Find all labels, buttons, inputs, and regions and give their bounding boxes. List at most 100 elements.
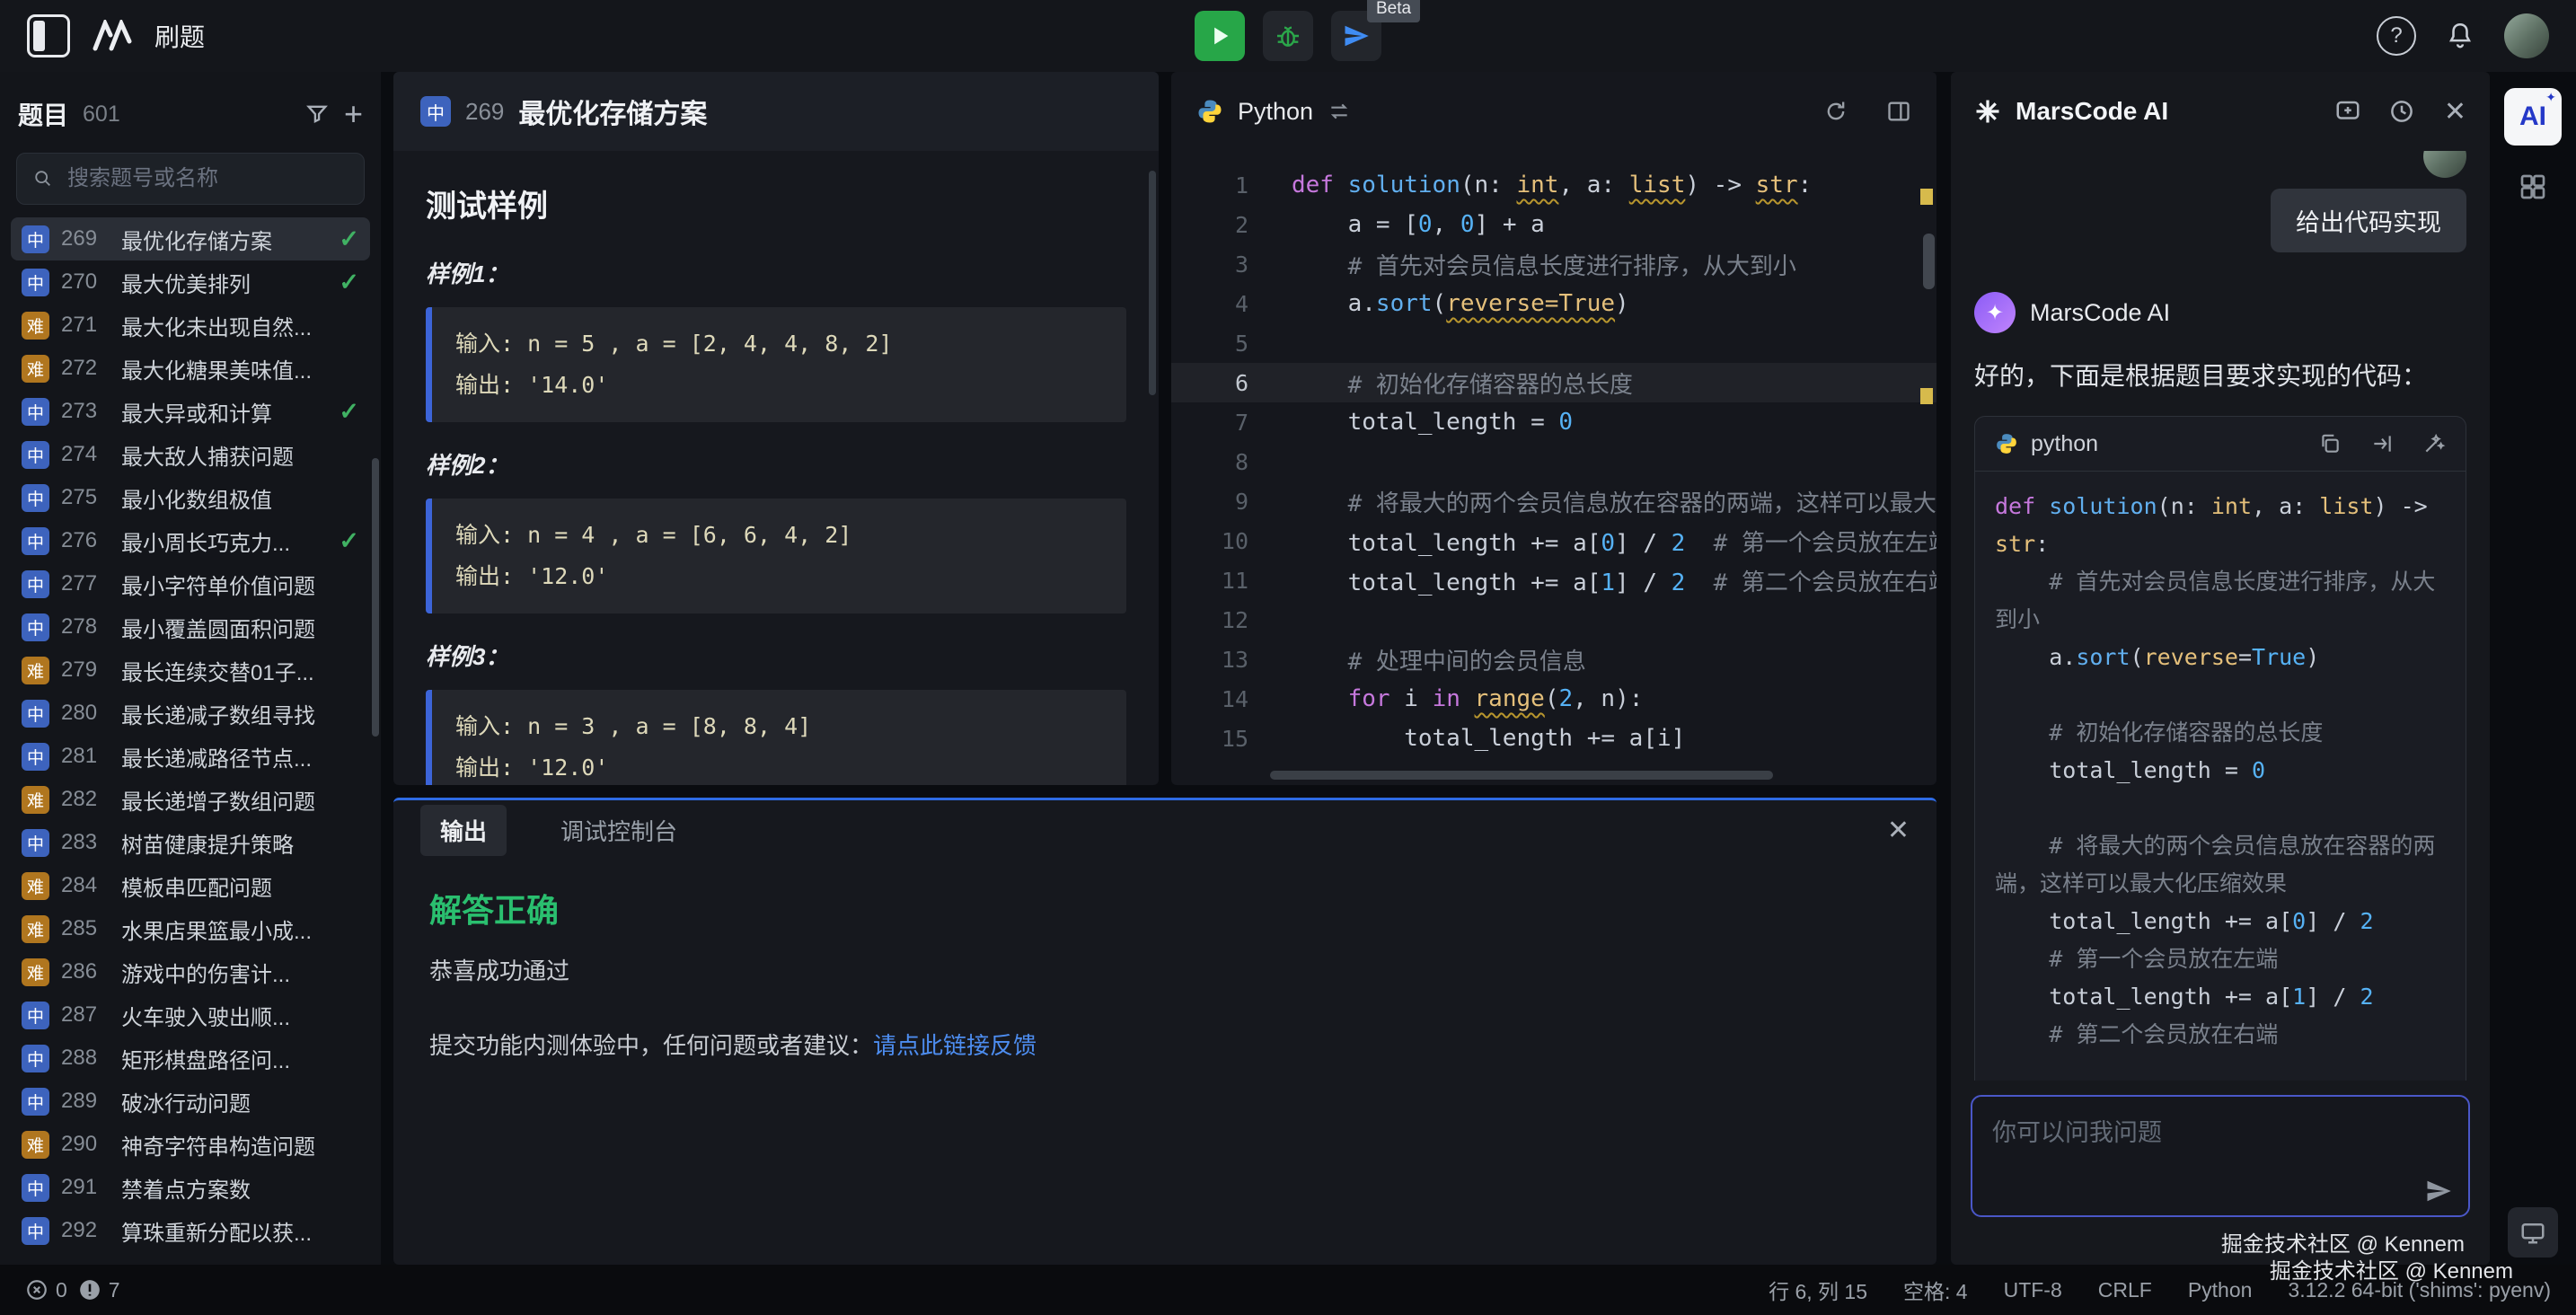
feedback-link[interactable]: 请点此链接反馈 bbox=[873, 1032, 1037, 1059]
code-line[interactable]: 14 for i in range(2, n): bbox=[1171, 679, 1936, 719]
problem-search[interactable] bbox=[16, 153, 365, 205]
marscode-ai-button[interactable]: AI bbox=[2504, 88, 2562, 146]
problem-title: 模板串匹配问题 bbox=[121, 870, 359, 902]
warning-count: 7 bbox=[109, 1278, 120, 1302]
status-item[interactable]: 行 6, 列 15 bbox=[1769, 1275, 1867, 1305]
extensions-icon[interactable] bbox=[2519, 172, 2547, 201]
solved-check-icon: ✓ bbox=[339, 398, 359, 426]
problem-title: 最优化存储方案 bbox=[518, 92, 707, 131]
problem-list-item[interactable]: 中275最小化数组极值 bbox=[11, 476, 370, 519]
code-line[interactable]: 3 # 首先对会员信息长度进行排序，从大到小 bbox=[1171, 244, 1936, 284]
example-label: 样例3： bbox=[426, 639, 1126, 672]
status-item[interactable]: CRLF bbox=[2098, 1278, 2152, 1302]
send-button[interactable] bbox=[2425, 1178, 2452, 1205]
editor-code[interactable]: 1def solution(n: int, a: list) -> str:2 … bbox=[1171, 151, 1936, 785]
problem-list-item[interactable]: 中281最长递减路径节点... bbox=[11, 735, 370, 778]
problem-list-item[interactable]: 难290神奇字符串构造问题 bbox=[11, 1123, 370, 1166]
app-logo[interactable] bbox=[92, 20, 133, 52]
split-layout-icon bbox=[1886, 99, 1911, 124]
ai-panel: MarsCode AI ✕ 给出代码实现 ✦ MarsCode AI bbox=[1951, 72, 2490, 1265]
ai-input-box[interactable] bbox=[1971, 1095, 2470, 1217]
problem-id: 282 bbox=[61, 787, 110, 812]
problem-list-item[interactable]: 难279最长连续交替01子... bbox=[11, 649, 370, 692]
new-chat-button[interactable] bbox=[2334, 98, 2361, 125]
problem-list-item[interactable]: 中270最大优美排列✓ bbox=[11, 260, 370, 304]
code-line[interactable]: 10 total_length += a[0] / 2 # 第一个会员放在左端 bbox=[1171, 521, 1936, 560]
code-line[interactable]: 5 bbox=[1171, 323, 1936, 363]
sidebar-scrollbar[interactable] bbox=[372, 458, 379, 737]
user-message-bubble[interactable]: 给出代码实现 bbox=[2271, 189, 2466, 252]
help-icon[interactable]: ? bbox=[2377, 16, 2416, 56]
status-item[interactable]: 空格: 4 bbox=[1903, 1275, 1968, 1305]
problem-list-item[interactable]: 中280最长递减子数组寻找 bbox=[11, 692, 370, 735]
history-button[interactable] bbox=[2388, 98, 2415, 125]
problem-list-item[interactable]: 中283树苗健康提升策略 bbox=[11, 821, 370, 864]
problems-errors[interactable]: 0 bbox=[25, 1278, 67, 1302]
difficulty-badge: 中 bbox=[22, 743, 49, 771]
problem-list-item[interactable]: 难284模板串匹配问题 bbox=[11, 864, 370, 907]
code-line[interactable]: 12 bbox=[1171, 600, 1936, 640]
problem-scrollbar[interactable] bbox=[1149, 171, 1156, 395]
problem-list-item[interactable]: 难271最大化未出现自然... bbox=[11, 304, 370, 347]
problem-list-item[interactable]: 中288矩形棋盘路径问... bbox=[11, 1037, 370, 1080]
output-close-icon[interactable]: ✕ bbox=[1887, 815, 1910, 846]
copy-code-button[interactable] bbox=[2318, 432, 2342, 455]
output-tab[interactable]: 输出 bbox=[420, 805, 507, 856]
code-line[interactable]: 8 bbox=[1171, 442, 1936, 481]
code-line[interactable]: 2 a = [0, 0] + a bbox=[1171, 205, 1936, 244]
problem-list-item[interactable]: 难272最大化糖果美味值... bbox=[11, 347, 370, 390]
editor-vscrollbar[interactable] bbox=[1923, 234, 1935, 289]
status-item[interactable]: Python bbox=[2188, 1278, 2253, 1302]
assistant-message: 好的，下面是根据题目要求实现的代码： bbox=[1974, 357, 2466, 393]
problem-title: 禁着点方案数 bbox=[121, 1172, 359, 1204]
problem-list-item[interactable]: 中273最大异或和计算✓ bbox=[11, 390, 370, 433]
apply-code-button[interactable] bbox=[2422, 432, 2446, 455]
sidebar-toggle-icon[interactable] bbox=[27, 14, 70, 57]
problem-list-item[interactable]: 中278最小覆盖圆面积问题 bbox=[11, 605, 370, 649]
code-line[interactable]: 13 # 处理中间的会员信息 bbox=[1171, 640, 1936, 679]
problem-list-item[interactable]: 中276最小周长巧克力...✓ bbox=[11, 519, 370, 562]
code-line[interactable]: 7 total_length = 0 bbox=[1171, 402, 1936, 442]
ai-code-line: a.sort(reverse=True) bbox=[1995, 639, 2446, 676]
problem-list-item[interactable]: 中289破冰行动问题 bbox=[11, 1080, 370, 1123]
code-line[interactable]: 11 total_length += a[1] / 2 # 第二个会员放在右端 bbox=[1171, 560, 1936, 600]
ai-close-icon[interactable]: ✕ bbox=[2444, 96, 2466, 128]
problem-list-item[interactable]: 难285水果店果篮最小成... bbox=[11, 907, 370, 950]
problem-list-item[interactable]: 中274最大敌人捕获问题 bbox=[11, 433, 370, 476]
problem-list-item[interactable]: 中287火车驶入驶出顺... bbox=[11, 993, 370, 1037]
problem-list-item[interactable]: 中291禁着点方案数 bbox=[11, 1166, 370, 1209]
code-line[interactable]: 9 # 将最大的两个会员信息放在容器的两端，这样可以最大化压缩效果 bbox=[1171, 481, 1936, 521]
ai-code-line bbox=[1995, 676, 2446, 714]
problem-list-item[interactable]: 难282最长递增子数组问题 bbox=[11, 778, 370, 821]
run-button[interactable] bbox=[1195, 11, 1245, 61]
avatar[interactable] bbox=[2504, 13, 2549, 58]
play-icon bbox=[1207, 23, 1232, 49]
code-line[interactable]: 1def solution(n: int, a: list) -> str: bbox=[1171, 165, 1936, 205]
layout-button[interactable] bbox=[1886, 99, 1911, 124]
problem-list-item[interactable]: 难286游戏中的伤害计... bbox=[11, 950, 370, 993]
search-input[interactable] bbox=[66, 165, 348, 192]
problem-list-item[interactable]: 中292算珠重新分配以获... bbox=[11, 1209, 370, 1252]
problems-warnings[interactable]: 7 bbox=[78, 1278, 120, 1302]
ai-code-header: python bbox=[1975, 417, 2466, 472]
terminal-panel-button[interactable] bbox=[2508, 1207, 2558, 1258]
insert-code-button[interactable] bbox=[2370, 432, 2394, 455]
add-problem-button[interactable]: + bbox=[344, 98, 363, 130]
problem-list-item[interactable]: 中269最优化存储方案✓ bbox=[11, 217, 370, 260]
ai-input[interactable] bbox=[1972, 1097, 2468, 1205]
problem-list-item[interactable]: 中277最小字符单价值问题 bbox=[11, 562, 370, 605]
example-input: 输入: n = 4 , a = [6, 6, 4, 2] bbox=[455, 515, 1103, 556]
editor-tab-python[interactable]: Python bbox=[1238, 98, 1313, 126]
debug-button[interactable] bbox=[1263, 11, 1313, 61]
code-line[interactable]: 4 a.sort(reverse=True) bbox=[1171, 284, 1936, 323]
switch-language-button[interactable] bbox=[1328, 100, 1351, 123]
filter-button[interactable] bbox=[304, 101, 330, 127]
notifications-icon[interactable] bbox=[2445, 21, 2475, 51]
reset-code-button[interactable] bbox=[1823, 99, 1848, 124]
output-tab[interactable]: 调试控制台 bbox=[541, 805, 697, 856]
status-item[interactable]: UTF-8 bbox=[2004, 1278, 2062, 1302]
code-line[interactable]: 6 # 初始化存储容器的总长度 bbox=[1171, 363, 1936, 402]
editor-hscrollbar[interactable] bbox=[1270, 771, 1773, 780]
submit-button[interactable]: Beta bbox=[1331, 11, 1381, 61]
code-line[interactable]: 15 total_length += a[i] bbox=[1171, 719, 1936, 758]
